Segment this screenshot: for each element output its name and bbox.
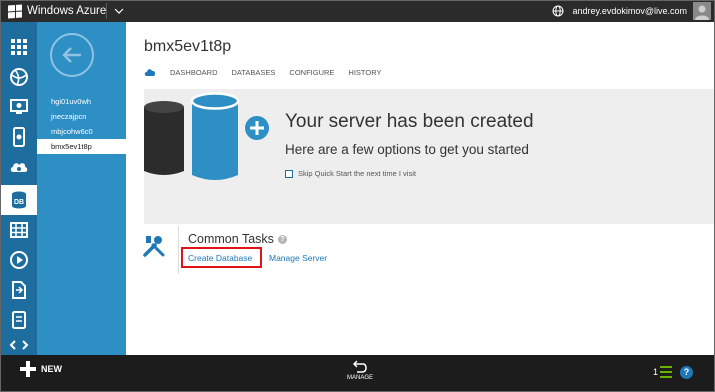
rail-item-web-sites[interactable]: [0, 62, 37, 92]
notification-count: 1: [653, 367, 659, 377]
divider: [106, 3, 107, 19]
quick-start-banner: Your server has been created Here are a …: [144, 89, 715, 224]
rail-item-cloud-services[interactable]: [0, 152, 37, 182]
mobile-services-icon: [12, 127, 25, 147]
list-item-active[interactable]: bmx5ev1t8p: [37, 139, 126, 154]
tab-bar: DASHBOARD DATABASES CONFIGURE HISTORY: [144, 68, 382, 77]
chevron-down-icon[interactable]: [113, 5, 125, 17]
page-title: bmx5ev1t8p: [144, 38, 232, 55]
help-icon[interactable]: ?: [680, 366, 693, 379]
user-email[interactable]: andrey.evdokimov@live.com: [572, 6, 687, 16]
virtual-machines-icon: [9, 99, 28, 114]
skip-label: Skip Quick Start the next time I visit: [298, 169, 416, 178]
rail-item-all-items[interactable]: [0, 32, 37, 62]
manage-button[interactable]: MANAGE: [345, 360, 375, 381]
list-item[interactable]: hgi01uv0wh: [37, 94, 126, 109]
mobile-device-icon: [11, 311, 26, 329]
brand[interactable]: Windows Azure: [8, 0, 106, 22]
divider: [178, 226, 179, 274]
database-server-list: hgi01uv0wh jneczajpcn mbjcohw6c0 bmx5ev1…: [37, 22, 126, 355]
arrow-left-icon: [62, 47, 81, 63]
manage-label: MANAGE: [346, 375, 373, 381]
all-items-grid-icon: [10, 39, 27, 55]
quick-start-cloud-icon[interactable]: [144, 68, 156, 77]
list-item[interactable]: jneczajpcn: [37, 109, 126, 124]
main-content: bmx5ev1t8p DASHBOARD DATABASES CONFIGURE…: [126, 22, 715, 355]
common-tasks-heading: Common Tasks: [188, 232, 274, 246]
rail-item-storage[interactable]: [0, 215, 37, 245]
rail-item-mobile-services[interactable]: [0, 122, 37, 152]
tab-configure[interactable]: CONFIGURE: [289, 68, 334, 77]
tab-history[interactable]: HISTORY: [348, 68, 381, 77]
command-bar: NEW MANAGE 1 ?: [0, 355, 715, 392]
database-server-illustration: [144, 92, 269, 180]
manage-icon: [353, 360, 367, 373]
rail-item-code[interactable]: [0, 335, 37, 355]
skip-quick-start-option[interactable]: Skip Quick Start the next time I visit: [285, 169, 416, 178]
service-rail: DB: [0, 22, 37, 355]
rail-item-media-services[interactable]: [0, 245, 37, 275]
banner-subheading: Here are a few options to get you starte…: [285, 142, 529, 157]
rail-item-virtual-machines[interactable]: [0, 92, 37, 122]
sql-databases-icon: DB: [11, 191, 26, 209]
rail-item-mobile-device[interactable]: [0, 305, 37, 335]
back-button[interactable]: [50, 33, 94, 77]
rail-item-service-bus[interactable]: [0, 275, 37, 305]
app-title: Windows Azure: [27, 5, 107, 17]
rail-item-sql-databases[interactable]: DB: [0, 185, 37, 215]
tools-icon: [143, 236, 165, 257]
skip-checkbox[interactable]: [285, 169, 293, 178]
user-icon: [695, 5, 709, 20]
rail-db-label: DB: [13, 199, 23, 206]
tab-dashboard[interactable]: DASHBOARD: [170, 68, 218, 77]
code-icon: [9, 340, 28, 350]
help-icon[interactable]: ?: [277, 234, 287, 244]
globe-icon[interactable]: [552, 5, 564, 17]
account-area: andrey.evdokimov@live.com: [552, 0, 687, 22]
notifications-counter[interactable]: 1: [653, 366, 673, 378]
web-sites-icon: [9, 68, 28, 86]
cloud-services-icon: [10, 163, 27, 172]
common-tasks-title: Common Tasks ?: [188, 232, 287, 246]
top-bar: Windows Azure andrey.evdokimov@live.com: [0, 0, 715, 22]
service-bus-icon: [11, 281, 26, 299]
list-icon: [660, 366, 673, 378]
plus-icon: [20, 361, 36, 377]
media-services-icon: [9, 251, 28, 269]
new-label: NEW: [41, 364, 62, 374]
list-item[interactable]: mbjcohw6c0: [37, 124, 126, 139]
manage-server-link[interactable]: Manage Server: [269, 253, 327, 263]
avatar[interactable]: [693, 2, 711, 20]
windows-logo-icon: [8, 4, 22, 18]
server-list: hgi01uv0wh jneczajpcn mbjcohw6c0 bmx5ev1…: [37, 94, 126, 154]
tab-databases[interactable]: DATABASES: [232, 68, 276, 77]
new-button[interactable]: NEW: [20, 361, 62, 377]
storage-icon: [9, 222, 28, 238]
banner-heading: Your server has been created: [285, 111, 534, 132]
create-database-link[interactable]: Create Database: [188, 253, 252, 263]
